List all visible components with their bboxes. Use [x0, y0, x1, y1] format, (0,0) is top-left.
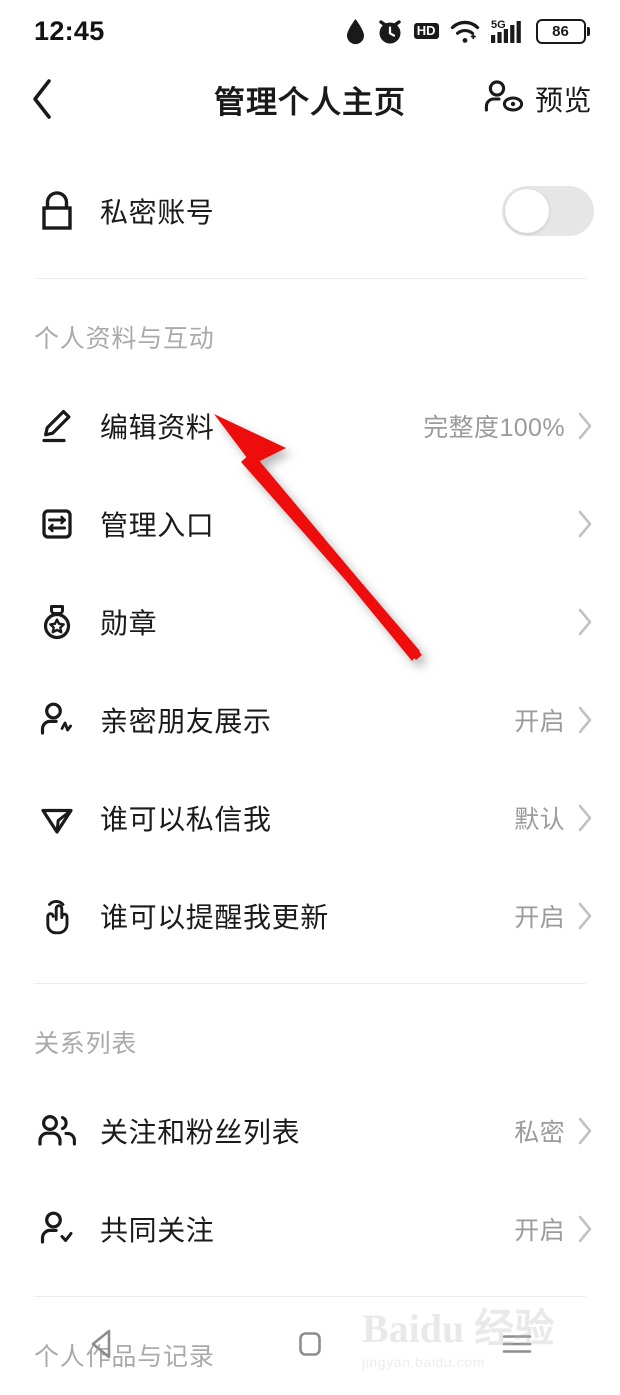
status-icon-group: HD 5G 86: [345, 17, 590, 45]
setting-label: 编辑资料: [100, 412, 215, 443]
battery-icon: 86: [535, 18, 590, 44]
setting-row-close-friends[interactable]: 亲密朋友展示 开启: [0, 671, 620, 769]
private-account-toggle[interactable]: [502, 186, 594, 236]
setting-label: 谁可以私信我: [100, 804, 272, 835]
alarm-clock-icon: [377, 18, 403, 45]
setting-value: 完整度100%: [423, 414, 565, 442]
chevron-right-icon: [578, 1215, 592, 1243]
send-plane-icon: [34, 796, 80, 840]
setting-label: 私密账号: [100, 197, 215, 228]
setting-row-following-followers[interactable]: 关注和粉丝列表 私密: [0, 1082, 620, 1180]
triangle-back-icon: [92, 1329, 111, 1359]
pencil-icon: [34, 404, 80, 448]
person-eye-icon: [484, 79, 526, 120]
preview-label: 预览: [534, 85, 592, 116]
setting-row-manage-entry[interactable]: 管理入口: [0, 475, 620, 573]
setting-value: 开启: [514, 1217, 565, 1245]
setting-label: 关注和粉丝列表: [100, 1117, 301, 1148]
chevron-right-icon: [578, 902, 592, 930]
setting-value: 默认: [514, 806, 565, 834]
chevron-right-icon: [578, 510, 592, 538]
wifi-icon: [450, 18, 480, 45]
back-button[interactable]: [30, 75, 78, 123]
preview-button[interactable]: 预览: [484, 79, 592, 120]
battery-level-label: 86: [552, 22, 569, 40]
hd-icon: HD: [413, 23, 439, 39]
chevron-right-icon: [578, 1117, 592, 1145]
status-bar: 12:45 HD 5G 86: [0, 0, 620, 62]
chevron-right-icon: [578, 412, 592, 440]
chevron-left-icon: [33, 79, 51, 119]
square-home-icon: [299, 1332, 321, 1356]
section-header-relations: 关系列表: [34, 1030, 138, 1058]
person-check-icon: [34, 1207, 80, 1251]
nav-back-button[interactable]: [0, 1328, 207, 1360]
people-group-icon: [34, 1109, 80, 1153]
setting-row-medal[interactable]: 勋章: [0, 573, 620, 671]
hamburger-recents-icon: [502, 1335, 531, 1353]
toggle-knob: [505, 189, 549, 233]
signal-5g-icon: 5G: [490, 17, 525, 45]
manage-entry-icon: [34, 502, 80, 546]
medal-icon: [34, 600, 80, 644]
section-header-profile: 个人资料与互动: [34, 325, 215, 353]
setting-label: 勋章: [100, 608, 158, 639]
setting-row-who-can-dm[interactable]: 谁可以私信我 默认: [0, 769, 620, 867]
app-header: 管理个人主页 预览: [0, 62, 620, 136]
android-nav-bar: [0, 1302, 620, 1386]
setting-row-private-account[interactable]: 私密账号: [0, 162, 620, 260]
setting-value: 开启: [514, 708, 565, 736]
lock-icon: [34, 189, 80, 233]
setting-row-who-can-remind[interactable]: 谁可以提醒我更新 开启: [0, 867, 620, 965]
status-clock: 12:45: [34, 15, 105, 46]
water-drop-icon: [345, 18, 366, 45]
svg-text:5G: 5G: [491, 19, 506, 31]
setting-row-edit-profile[interactable]: 编辑资料 完整度100%: [0, 377, 620, 475]
setting-row-mutual-follow[interactable]: 共同关注 开启: [0, 1180, 620, 1278]
setting-label: 管理入口: [100, 510, 215, 541]
nav-home-button[interactable]: [207, 1328, 414, 1360]
chevron-right-icon: [578, 804, 592, 832]
settings-list: 私密账号 个人资料与互动 编辑资料 完整度100% 管理入口 勋章 亲密朋友展示…: [0, 136, 620, 1395]
nav-recents-button[interactable]: [413, 1328, 620, 1360]
tap-hand-icon: [34, 894, 80, 938]
chevron-right-icon: [578, 706, 592, 734]
setting-value: 私密: [514, 1119, 565, 1147]
setting-label: 亲密朋友展示: [100, 706, 272, 737]
setting-value: 开启: [514, 904, 565, 932]
setting-label: 谁可以提醒我更新: [100, 902, 329, 933]
person-sparkle-icon: [34, 698, 80, 742]
setting-label: 共同关注: [100, 1215, 215, 1246]
chevron-right-icon: [578, 608, 592, 636]
